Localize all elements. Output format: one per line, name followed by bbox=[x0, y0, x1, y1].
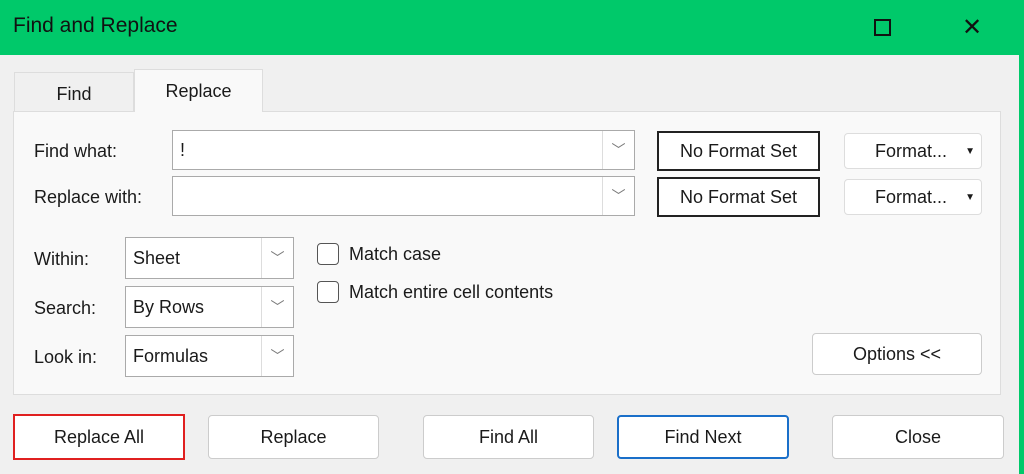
search-label: Search: bbox=[34, 298, 97, 318]
replace-with-input[interactable]: ﹀ bbox=[172, 176, 635, 216]
chevron-down-icon[interactable]: ﹀ bbox=[602, 131, 634, 169]
look-in-label: Look in: bbox=[34, 347, 98, 367]
search-value: By Rows bbox=[133, 296, 205, 317]
minimize-icon[interactable] bbox=[780, 8, 820, 46]
format-button-label: Format... bbox=[875, 186, 948, 207]
find-format-button[interactable]: Format... ▼ bbox=[844, 133, 982, 169]
chevron-down-icon[interactable]: ﹀ bbox=[261, 336, 293, 376]
checkbox-box[interactable] bbox=[317, 243, 339, 265]
find-all-button[interactable]: Find All bbox=[423, 415, 594, 459]
chevron-down-icon[interactable]: ﹀ bbox=[602, 177, 634, 215]
format-button-label: Format... bbox=[875, 140, 948, 161]
replace-with-label: Replace with: bbox=[34, 187, 143, 207]
look-in-select[interactable]: Formulas ﹀ bbox=[125, 335, 294, 377]
within-label: Within: bbox=[34, 249, 90, 269]
find-what-value: ! bbox=[180, 139, 186, 160]
find-what-input[interactable]: ! ﹀ bbox=[172, 130, 635, 170]
find-next-button[interactable]: Find Next bbox=[617, 415, 789, 459]
window-title: Find and Replace bbox=[13, 14, 178, 37]
look-in-value: Formulas bbox=[133, 345, 209, 366]
match-entire-label: Match entire cell contents bbox=[349, 281, 554, 302]
search-select[interactable]: By Rows ﹀ bbox=[125, 286, 294, 328]
caret-down-icon: ▼ bbox=[965, 145, 975, 157]
tab-find[interactable]: Find bbox=[14, 72, 134, 116]
match-case-checkbox[interactable]: Match case bbox=[317, 243, 441, 265]
close-icon[interactable]: ✕ bbox=[952, 8, 992, 46]
replace-format-button[interactable]: Format... ▼ bbox=[844, 179, 982, 215]
match-entire-checkbox[interactable]: Match entire cell contents bbox=[317, 281, 553, 303]
chevron-down-icon[interactable]: ﹀ bbox=[261, 238, 293, 278]
options-button[interactable]: Options << bbox=[812, 333, 982, 375]
tab-replace[interactable]: Replace bbox=[134, 69, 263, 112]
maximize-icon[interactable] bbox=[862, 8, 902, 46]
chevron-down-icon[interactable]: ﹀ bbox=[261, 287, 293, 327]
replace-all-button[interactable]: Replace All bbox=[13, 414, 185, 460]
close-button[interactable]: Close bbox=[832, 415, 1004, 459]
replace-format-preview: No Format Set bbox=[657, 177, 820, 217]
caret-down-icon: ▼ bbox=[965, 191, 975, 203]
replace-button[interactable]: Replace bbox=[208, 415, 379, 459]
match-case-label: Match case bbox=[349, 243, 442, 264]
checkbox-box[interactable] bbox=[317, 281, 339, 303]
within-select[interactable]: Sheet ﹀ bbox=[125, 237, 294, 279]
find-what-label: Find what: bbox=[34, 141, 118, 161]
within-value: Sheet bbox=[133, 247, 181, 268]
title-bar: Find and Replace ✕ bbox=[0, 0, 1024, 55]
find-format-preview: No Format Set bbox=[657, 131, 820, 171]
